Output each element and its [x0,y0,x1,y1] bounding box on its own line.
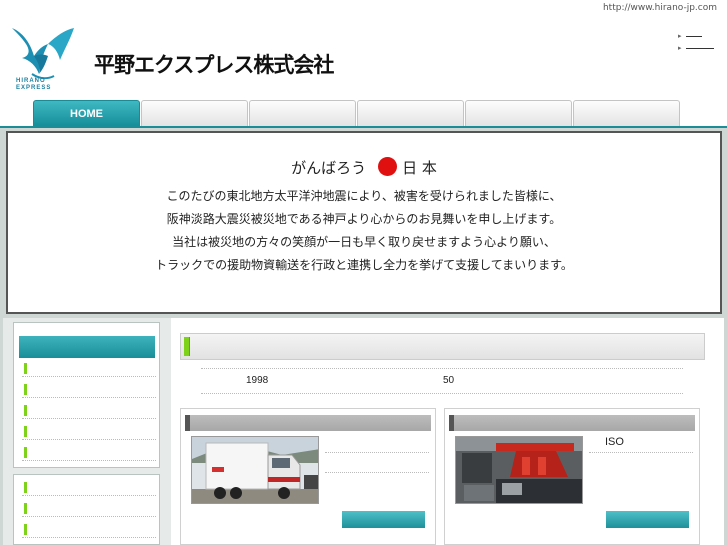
sidebar-item[interactable] [22,444,156,461]
sidebar-item[interactable] [22,521,156,538]
message-line-1: このたびの東北地方太平洋沖地震により、被害を受けられました皆様に、 [166,189,562,203]
iso-label: ISO [605,436,624,448]
marker-icon [24,363,27,374]
tab-6[interactable] [573,100,680,126]
tab-4[interactable] [357,100,464,126]
sidebar-item[interactable] [22,500,156,517]
truck-photo[interactable] [191,436,319,504]
sidebar-item[interactable] [22,479,156,496]
sidebar-item[interactable] [22,423,156,440]
marker-icon [24,405,27,416]
page: http://www.hirano-jp.com ▸ ▸ HIRANO EXPR… [0,0,727,545]
message-line-3: 当社は被災地の方々の笑顔が一日も早く取り戻せますよう心より願い、 [172,235,556,249]
marker-icon [184,337,190,356]
marker-icon [24,503,27,514]
marker-icon [449,415,454,431]
top-link-1[interactable]: ▸ [678,30,718,42]
crane-image [456,437,582,503]
logo-text: HIRANO EXPRESS [16,78,51,92]
info-year: 1998 [246,375,269,386]
sidebar-menu-header [19,336,155,358]
message-title: がんばろう 日 本 [8,157,720,178]
card-divider [589,452,693,453]
logo-text-line2: EXPRESS [16,85,52,91]
tab-5[interactable] [465,100,572,126]
marker-icon [24,447,27,458]
company-info: 1998 50 [201,368,683,394]
section-header [180,333,705,360]
truck-image [192,437,318,503]
crane-photo[interactable] [455,436,583,504]
bullet-icon: ▸ [678,33,682,40]
message-title-left: がんばろう [291,159,367,177]
card-header [185,415,431,431]
news-card-2: ISO [444,408,700,545]
sidebar-menu-2 [13,474,160,545]
top-link-underline [685,35,702,37]
news-card-1 [180,408,436,545]
top-links: ▸ ▸ [678,30,718,54]
message-line-4: トラックでの援助物資輸送を行政と連携し全力を挙げて支援してまいります。 [155,258,573,272]
info-years: 50 [443,375,455,386]
tab-3[interactable] [249,100,356,126]
marker-icon [24,426,27,437]
main-nav: HOME [33,100,680,126]
earthquake-message: がんばろう 日 本 このたびの東北地方太平洋沖地震により、被害を受けられました皆様… [6,131,722,314]
site-url: http://www.hirano-jp.com [602,3,717,13]
sidebar-item[interactable] [22,360,156,377]
tab-home[interactable]: HOME [33,100,140,126]
sidebar-menu-1 [13,322,160,468]
marker-icon [24,524,27,535]
card-detail-button[interactable] [606,511,689,528]
message-title-right: 日 本 [402,159,437,177]
card-header [449,415,695,431]
rising-sun-icon [378,157,398,176]
card-divider [325,452,429,453]
company-name: 平野エクスプレス株式会社 [94,53,334,77]
main-content: 1998 50 ISO [171,318,724,545]
top-link-underline [685,47,714,49]
tab-2[interactable] [141,100,248,126]
card-divider [325,472,429,473]
logo-text-line1: HIRANO [16,78,46,84]
marker-icon [24,384,27,395]
sidebar-item[interactable] [22,402,156,419]
marker-icon [24,482,27,493]
marker-icon [185,415,190,431]
top-link-2[interactable]: ▸ [678,42,718,54]
card-detail-button[interactable] [342,511,425,528]
bullet-icon: ▸ [678,45,682,52]
sidebar-item[interactable] [22,381,156,398]
message-line-2: 阪神淡路大震災被災地である神戸より心からのお見舞いを申し上げます。 [166,212,562,226]
